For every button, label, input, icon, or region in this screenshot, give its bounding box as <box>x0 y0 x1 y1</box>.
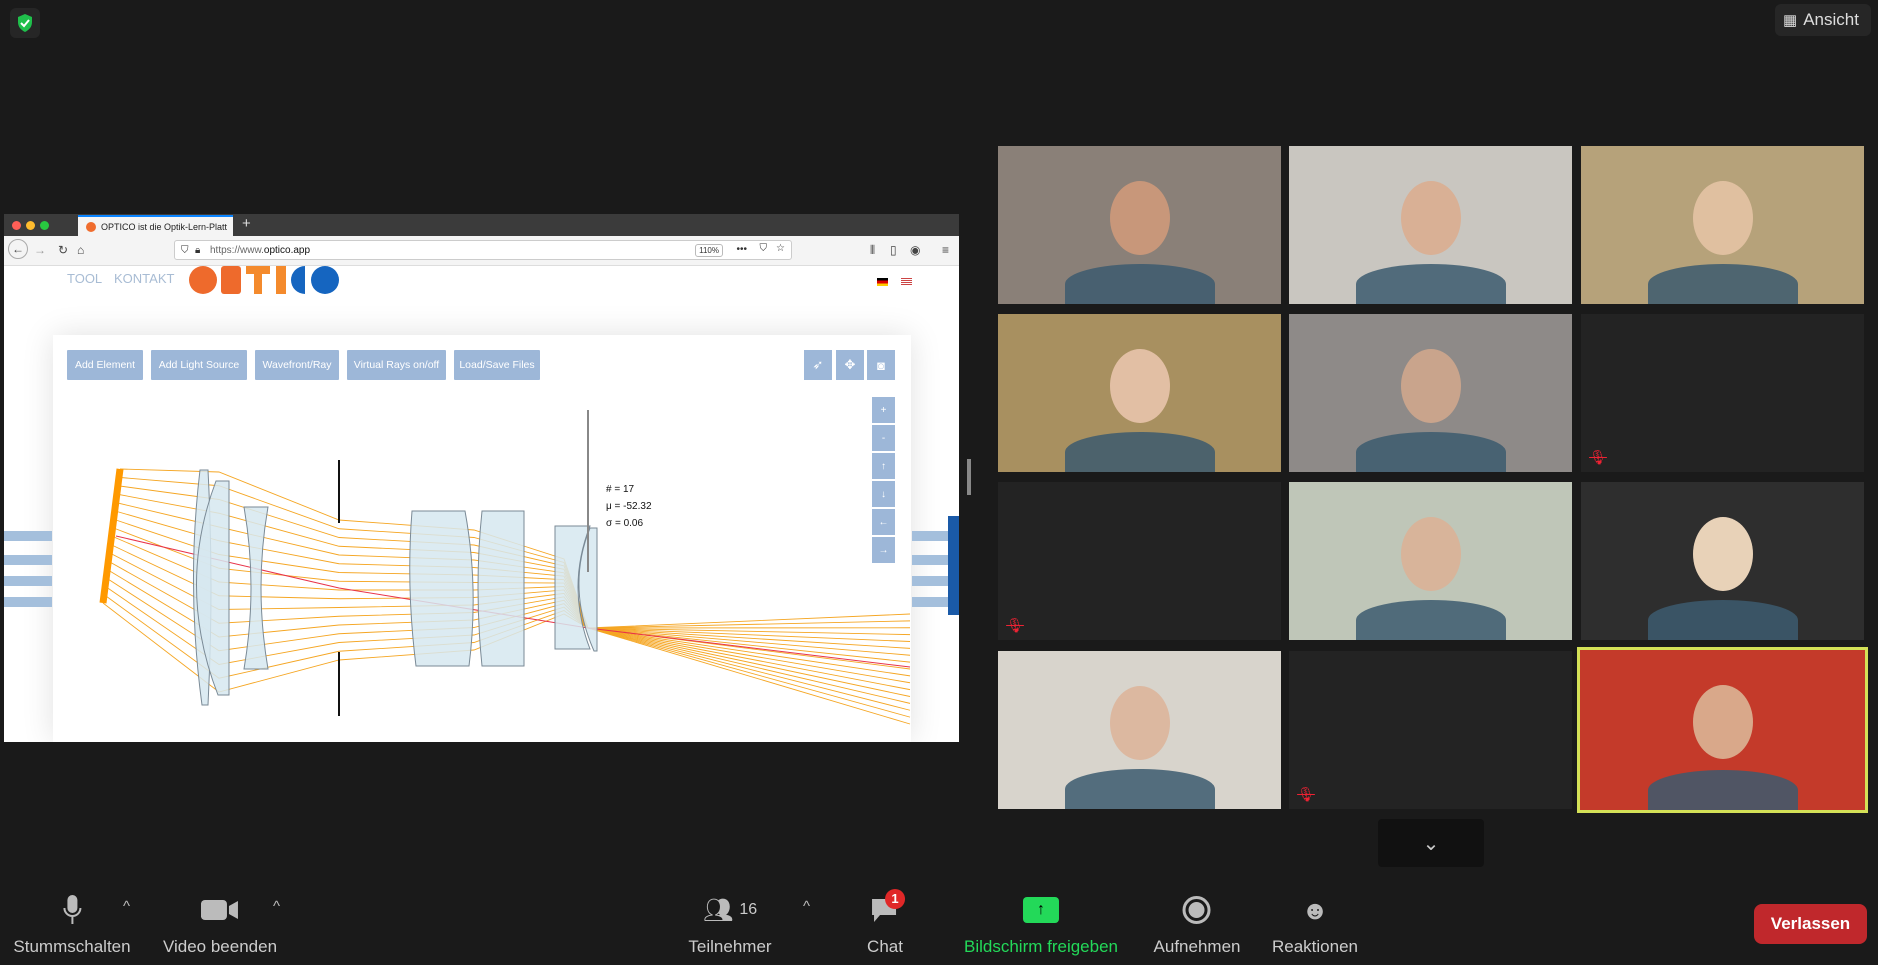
participants-icon: 👥︎ <box>702 896 734 924</box>
shared-screen-browser[interactable]: OPTICO ist die Optik-Lern-Platt ✕ + ← → … <box>4 214 959 742</box>
view-button[interactable]: ▦ Ansicht <box>1775 4 1871 36</box>
participant-video-tile[interactable] <box>1577 647 1868 813</box>
participant-video-tile[interactable] <box>1289 314 1572 472</box>
participant-video-tile[interactable] <box>1289 482 1572 640</box>
participant-body <box>1355 600 1506 640</box>
stop-video-button[interactable]: Video beenden <box>163 893 277 957</box>
participant-video-tile[interactable] <box>1289 146 1572 304</box>
share-screen-label: Bildschirm freigeben <box>963 937 1119 956</box>
mute-label: Stummschalten <box>13 937 131 956</box>
view-label: Ansicht <box>1803 10 1859 29</box>
reactions-label: Reaktionen <box>1271 937 1359 956</box>
lens-system-diagram[interactable]: # = 17 μ = -52.32 σ = 0.06 <box>4 214 959 742</box>
chat-unread-badge: 1 <box>885 889 906 909</box>
participant-body <box>1064 769 1215 809</box>
participants-count: 16 <box>739 901 758 918</box>
grid-icon: ▦ <box>1783 12 1798 29</box>
participant-face <box>1692 516 1753 591</box>
participant-video-tile[interactable] <box>998 314 1281 472</box>
sigma-stat: σ = 0.06 <box>606 518 643 529</box>
participant-face <box>1400 180 1461 255</box>
participant-video-tile[interactable] <box>1581 482 1864 640</box>
record-button[interactable]: Aufnehmen <box>1153 893 1241 957</box>
participant-face <box>1109 685 1170 760</box>
mute-button[interactable]: Stummschalten <box>13 893 131 957</box>
participant-body <box>1355 432 1506 472</box>
share-screen-button[interactable]: ↑ Bildschirm freigeben <box>964 893 1118 957</box>
participant-face <box>1400 348 1461 423</box>
microphone-muted-icon: 🎙︎ <box>1589 448 1607 465</box>
participant-body <box>1647 600 1798 640</box>
lens-element <box>243 506 269 670</box>
video-options-caret-icon[interactable]: ^ <box>273 898 280 915</box>
participant-face <box>1692 685 1753 760</box>
microphone-muted-icon: 🎙︎ <box>1006 616 1024 633</box>
video-label: Video beenden <box>162 937 278 956</box>
participants-options-caret-icon[interactable]: ^ <box>803 898 810 915</box>
video-camera-icon <box>163 893 277 927</box>
participant-video-tile[interactable] <box>1581 146 1864 304</box>
record-label: Aufnehmen <box>1153 937 1241 956</box>
participant-body <box>1355 264 1506 304</box>
participant-video-tile[interactable] <box>998 146 1281 304</box>
lens-element <box>409 510 474 667</box>
participant-video-tile[interactable] <box>998 651 1281 809</box>
smiley-plus-icon: ☻ <box>1301 894 1329 925</box>
share-screen-arrow-icon: ↑ <box>1022 897 1059 923</box>
participant-video-tile[interactable]: 🎙︎ <box>998 482 1281 640</box>
participant-body <box>1064 264 1215 304</box>
participants-button[interactable]: 👥︎ 16 Teilnehmer <box>688 893 771 957</box>
audio-options-caret-icon[interactable]: ^ <box>123 898 130 915</box>
microphone-muted-icon: 🎙︎ <box>1297 785 1315 802</box>
chat-button[interactable]: 1 Chat <box>867 889 906 957</box>
chat-label: Chat <box>867 937 903 956</box>
participant-face <box>1109 348 1170 423</box>
participants-label: Teilnehmer <box>688 937 772 956</box>
participant-video-tile[interactable]: 🎙︎ <box>1289 651 1572 809</box>
record-icon <box>1182 896 1211 924</box>
participant-body <box>1647 264 1798 304</box>
participant-face <box>1400 516 1461 591</box>
participant-face <box>1109 180 1170 255</box>
participant-face <box>1692 180 1753 255</box>
chevron-down-icon[interactable]: ⌄ <box>1378 819 1484 867</box>
participant-body <box>1647 770 1798 810</box>
participant-video-tile[interactable]: 🎙︎ <box>1581 314 1864 472</box>
leave-meeting-button[interactable]: Verlassen <box>1754 904 1867 944</box>
ray-count-stat: # = 17 <box>606 484 635 495</box>
splitter-handle[interactable] <box>967 459 971 495</box>
microphone-icon <box>13 893 130 927</box>
security-shield-icon[interactable] <box>10 8 40 38</box>
participant-body <box>1064 432 1215 472</box>
lens-element <box>477 510 525 667</box>
reactions-button[interactable]: ☻ Reaktionen <box>1272 893 1358 957</box>
mean-stat: μ = -52.32 <box>606 501 652 512</box>
